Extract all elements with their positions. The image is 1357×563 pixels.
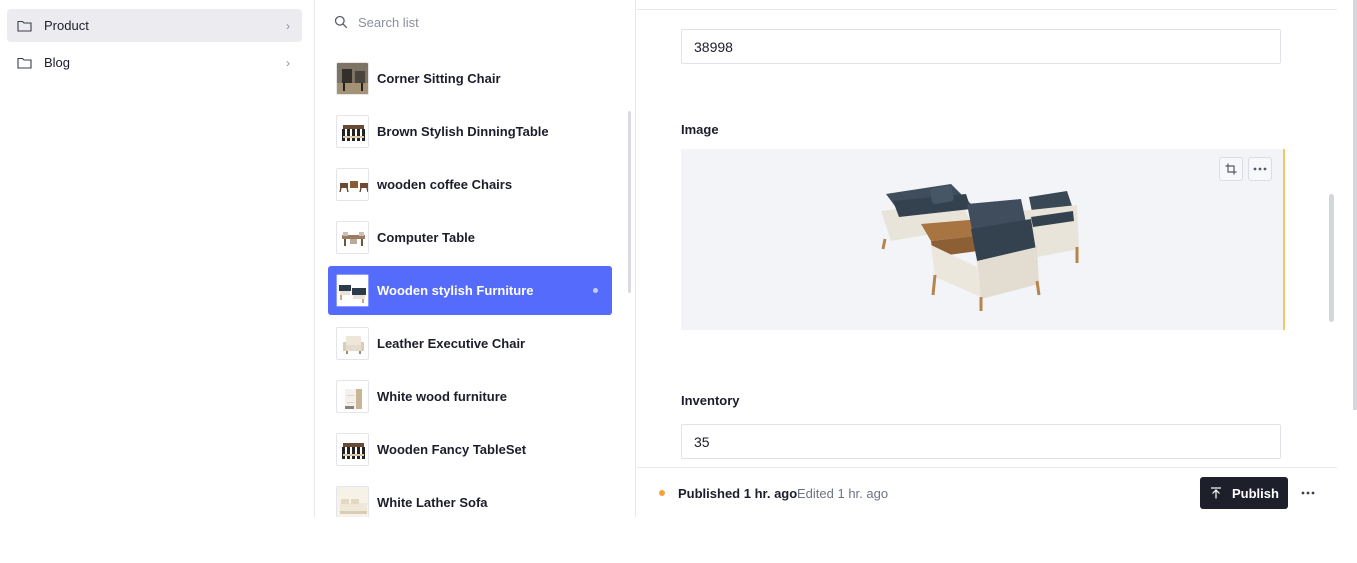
product-thumbnail bbox=[336, 274, 369, 307]
edited-status: Edited 1 hr. ago bbox=[797, 486, 889, 501]
list-item[interactable]: Brown Stylish DinningTable bbox=[328, 107, 612, 156]
studio-app: Product › Blog › Corner Sitting Chair bbox=[0, 0, 1357, 563]
list-scrollbar[interactable] bbox=[628, 111, 631, 293]
document-actions-button[interactable] bbox=[1297, 482, 1319, 504]
nav-item-blog[interactable]: Blog › bbox=[7, 46, 302, 79]
document-title: White Lather Sofa bbox=[377, 495, 488, 510]
more-horizontal-icon bbox=[1253, 167, 1267, 171]
document-title: Corner Sitting Chair bbox=[377, 71, 501, 86]
nav-item-label: Product bbox=[44, 18, 89, 33]
list-item[interactable]: Computer Table bbox=[328, 213, 612, 262]
folder-icon bbox=[17, 19, 32, 32]
nav-item-label: Blog bbox=[44, 55, 71, 70]
chevron-right-icon: › bbox=[286, 19, 290, 33]
crop-button[interactable] bbox=[1219, 157, 1243, 181]
document-editor: Image bbox=[637, 0, 1337, 517]
status-dot bbox=[659, 490, 665, 496]
search-icon bbox=[334, 15, 348, 29]
publish-button[interactable]: Publish bbox=[1200, 477, 1288, 509]
chevron-right-icon: › bbox=[286, 56, 290, 70]
search-input[interactable] bbox=[358, 14, 598, 30]
product-thumbnail bbox=[336, 380, 369, 413]
list-item[interactable]: Corner Sitting Chair bbox=[328, 54, 612, 103]
product-thumbnail bbox=[336, 62, 369, 95]
list-item[interactable]: White wood furniture bbox=[328, 372, 612, 421]
product-thumbnail bbox=[336, 486, 369, 517]
product-thumbnail bbox=[336, 221, 369, 254]
product-thumbnail bbox=[336, 433, 369, 466]
search-bar bbox=[328, 8, 618, 36]
more-horizontal-icon bbox=[1301, 491, 1315, 495]
document-title: Wooden stylish Furniture bbox=[377, 283, 534, 298]
unpublished-dot bbox=[593, 288, 598, 293]
image-options-button[interactable] bbox=[1248, 157, 1272, 181]
document-title: White wood furniture bbox=[377, 389, 507, 404]
image-field-label: Image bbox=[681, 122, 719, 137]
crop-icon bbox=[1225, 163, 1237, 175]
document-list: Corner Sitting Chair Brown Stylish Dinni… bbox=[328, 54, 612, 517]
inventory-field-label: Inventory bbox=[681, 393, 740, 408]
list-item[interactable]: wooden coffee Chairs bbox=[328, 160, 612, 209]
price-field[interactable] bbox=[681, 29, 1281, 64]
product-thumbnail bbox=[336, 115, 369, 148]
document-title: wooden coffee Chairs bbox=[377, 177, 513, 192]
nav-item-product[interactable]: Product › bbox=[7, 9, 302, 42]
document-list-pane: Corner Sitting Chair Brown Stylish Dinni… bbox=[316, 0, 636, 517]
document-title: Computer Table bbox=[377, 230, 475, 245]
list-item[interactable]: White Lather Sofa bbox=[328, 478, 612, 517]
product-image bbox=[881, 184, 1079, 311]
list-item[interactable]: Wooden Fancy TableSet bbox=[328, 425, 612, 474]
product-thumbnail bbox=[336, 168, 369, 201]
editor-header-divider bbox=[637, 9, 1337, 10]
list-item-selected[interactable]: Wooden stylish Furniture bbox=[328, 266, 612, 315]
product-thumbnail bbox=[336, 327, 369, 360]
window-scrollbar[interactable] bbox=[1353, 0, 1357, 410]
document-title: Wooden Fancy TableSet bbox=[377, 442, 527, 457]
published-status: Published 1 hr. ago bbox=[678, 486, 798, 501]
document-title: Brown Stylish DinningTable bbox=[377, 124, 549, 139]
image-field[interactable] bbox=[681, 149, 1285, 330]
editor-scrollbar[interactable] bbox=[1329, 194, 1334, 322]
publish-icon bbox=[1211, 487, 1221, 499]
document-title: Leather Executive Chair bbox=[377, 336, 526, 351]
inventory-field[interactable] bbox=[681, 424, 1281, 459]
structure-pane: Product › Blog › bbox=[0, 0, 315, 517]
publish-label: Publish bbox=[1232, 485, 1279, 501]
document-footer: Published 1 hr. ago Edited 1 hr. ago Pub… bbox=[637, 467, 1337, 517]
list-item[interactable]: Leather Executive Chair bbox=[328, 319, 612, 368]
folder-icon bbox=[17, 56, 32, 69]
